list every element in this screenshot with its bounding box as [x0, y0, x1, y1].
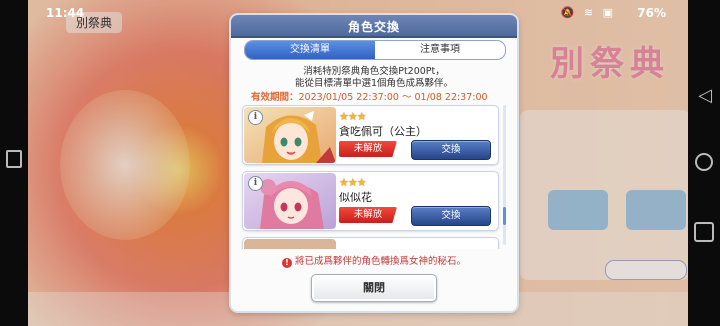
- character-exchange-dialog: 角色交換 交換清單 注意事項 消耗特別祭典角色交換Pt200Pt， 能從目標清單…: [231, 15, 517, 311]
- close-button[interactable]: 關閉: [311, 274, 437, 302]
- status-time: 11:44: [46, 6, 85, 20]
- list-item-partial: [242, 237, 499, 249]
- left-system-bar: [0, 0, 28, 326]
- valid-period: 有效期間：2023/01/05 22:37:00 〜 01/08 22:37:0…: [251, 89, 488, 103]
- warning-text: 將已成爲夥伴的角色轉換爲女神的秘石。: [294, 256, 466, 267]
- battery-level: 76%: [637, 6, 666, 20]
- description-line-2: 能從目標清單中選1個角色成爲夥伴。: [294, 78, 454, 89]
- exchange-button[interactable]: 交換: [411, 140, 491, 160]
- home-icon[interactable]: [695, 153, 713, 171]
- character-portrait: [244, 239, 336, 249]
- recent-apps-icon[interactable]: [6, 150, 22, 168]
- rarity-stars: ★★★: [339, 110, 367, 123]
- list-item: i ★★★ 貪吃佩可（公主） 未解放 交換: [242, 105, 499, 165]
- dialog-title: 角色交換: [347, 20, 400, 34]
- info-icon[interactable]: i: [248, 176, 263, 191]
- info-icon[interactable]: i: [248, 110, 263, 125]
- status-badge: 未解放: [339, 141, 397, 157]
- status-icons: 🔕 ≋ ▣: [560, 6, 616, 19]
- tab-exchange-list[interactable]: 交換清單: [245, 41, 375, 59]
- character-name: 似似花: [339, 191, 372, 204]
- valid-period-value: 2023/01/05 22:37:00 〜 01/08 22:37:00: [298, 92, 488, 103]
- list-item: i ★★★ 似似花 未解放 交換: [242, 171, 499, 231]
- right-system-bar: ◁: [688, 0, 720, 326]
- conversion-warning: ! 將已成爲夥伴的角色轉換爲女神的秘石。: [231, 253, 517, 268]
- dialog-tabs: 交換清單 注意事項: [244, 40, 506, 60]
- valid-period-label: 有效期間：: [251, 92, 299, 103]
- overview-icon[interactable]: [694, 222, 714, 242]
- dialog-header: 角色交換: [231, 15, 517, 38]
- exchange-button[interactable]: 交換: [411, 206, 491, 226]
- warning-icon: !: [281, 258, 292, 268]
- character-portrait: i: [244, 173, 336, 229]
- back-icon[interactable]: ◁: [698, 85, 712, 106]
- character-list[interactable]: i ★★★ 貪吃佩可（公主） 未解放 交換 i ★★★ 似似花 未解放 交換: [240, 103, 508, 249]
- list-scrollbar-thumb[interactable]: [503, 207, 506, 225]
- tab-notes[interactable]: 注意事項: [375, 41, 505, 59]
- rarity-stars: ★★★: [339, 176, 367, 189]
- status-badge: 未解放: [339, 207, 397, 223]
- character-name: 貪吃佩可（公主）: [339, 125, 427, 138]
- character-portrait: i: [244, 107, 336, 163]
